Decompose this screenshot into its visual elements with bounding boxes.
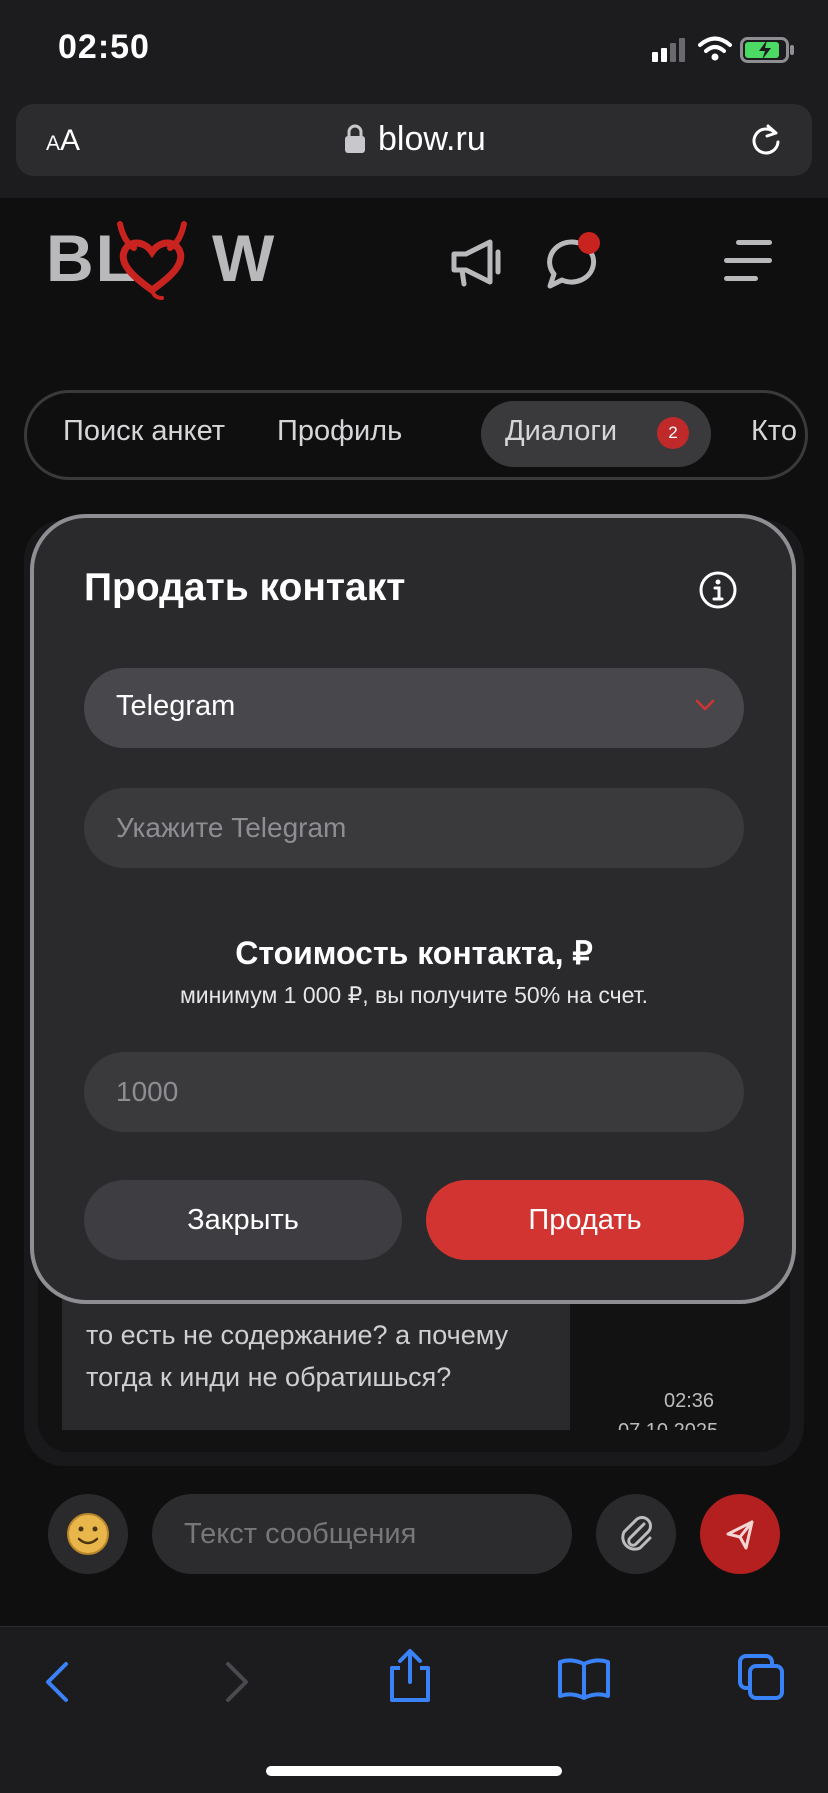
modal-title: Продать контакт <box>84 566 406 609</box>
message-time: 02:36 <box>664 1390 715 1412</box>
devil-heart-logo-icon <box>117 221 187 300</box>
lock-icon <box>345 124 365 153</box>
messenger-select[interactable]: Telegram <box>84 668 744 748</box>
price-input[interactable] <box>84 1052 744 1132</box>
menu-icon[interactable] <box>722 238 774 284</box>
info-icon[interactable] <box>698 570 738 610</box>
tab-who[interactable]: Кто <box>751 415 797 448</box>
nav-tabs: Поиск анкет Профиль Диалоги 2 Кто <box>24 390 808 480</box>
tab-profile[interactable]: Профиль <box>277 415 402 448</box>
emoji-button[interactable] <box>48 1494 128 1574</box>
url-text[interactable]: blow.ru <box>378 120 486 159</box>
price-subtitle: минимум 1 000 ₽, вы получите 50% на счет… <box>179 982 649 1008</box>
home-indicator <box>266 1766 562 1776</box>
attach-button[interactable] <box>596 1494 676 1574</box>
megaphone-icon[interactable] <box>450 238 506 288</box>
text-size-button[interactable]: AA <box>46 124 80 158</box>
message-text: то есть не содержание? а почему тогда к … <box>86 1320 509 1392</box>
smiley-icon <box>67 1513 109 1555</box>
chevron-down-icon <box>695 699 715 711</box>
forward-icon[interactable] <box>222 1660 252 1704</box>
messenger-select-value: Telegram <box>116 690 236 722</box>
close-button[interactable]: Закрыть <box>84 1180 402 1260</box>
back-icon[interactable] <box>42 1660 72 1704</box>
contact-input[interactable] <box>84 788 744 868</box>
bookmarks-icon[interactable] <box>556 1656 612 1700</box>
tab-search[interactable]: Поиск анкет <box>63 415 225 448</box>
message-bubble: то есть не содержание? а почему тогда к … <box>62 1296 570 1430</box>
message-input[interactable] <box>152 1494 572 1574</box>
signal-icon <box>652 38 685 62</box>
wifi-icon <box>698 36 732 61</box>
price-title: Стоимость контакта, ₽ <box>235 935 593 971</box>
tabs-icon[interactable] <box>736 1652 786 1702</box>
send-button[interactable] <box>700 1494 780 1574</box>
dialogs-badge: 2 <box>657 417 689 449</box>
tab-dialogs[interactable]: Диалоги <box>505 415 617 448</box>
paperclip-icon <box>621 1516 652 1551</box>
send-icon <box>726 1520 754 1550</box>
share-icon[interactable] <box>386 1648 434 1704</box>
sell-button[interactable]: Продать <box>426 1180 744 1260</box>
status-time: 02:50 <box>58 28 150 66</box>
reload-icon[interactable] <box>748 122 784 158</box>
battery-icon <box>740 37 794 63</box>
notification-dot <box>578 232 600 254</box>
message-date: 07.10.2025 <box>618 1420 718 1430</box>
